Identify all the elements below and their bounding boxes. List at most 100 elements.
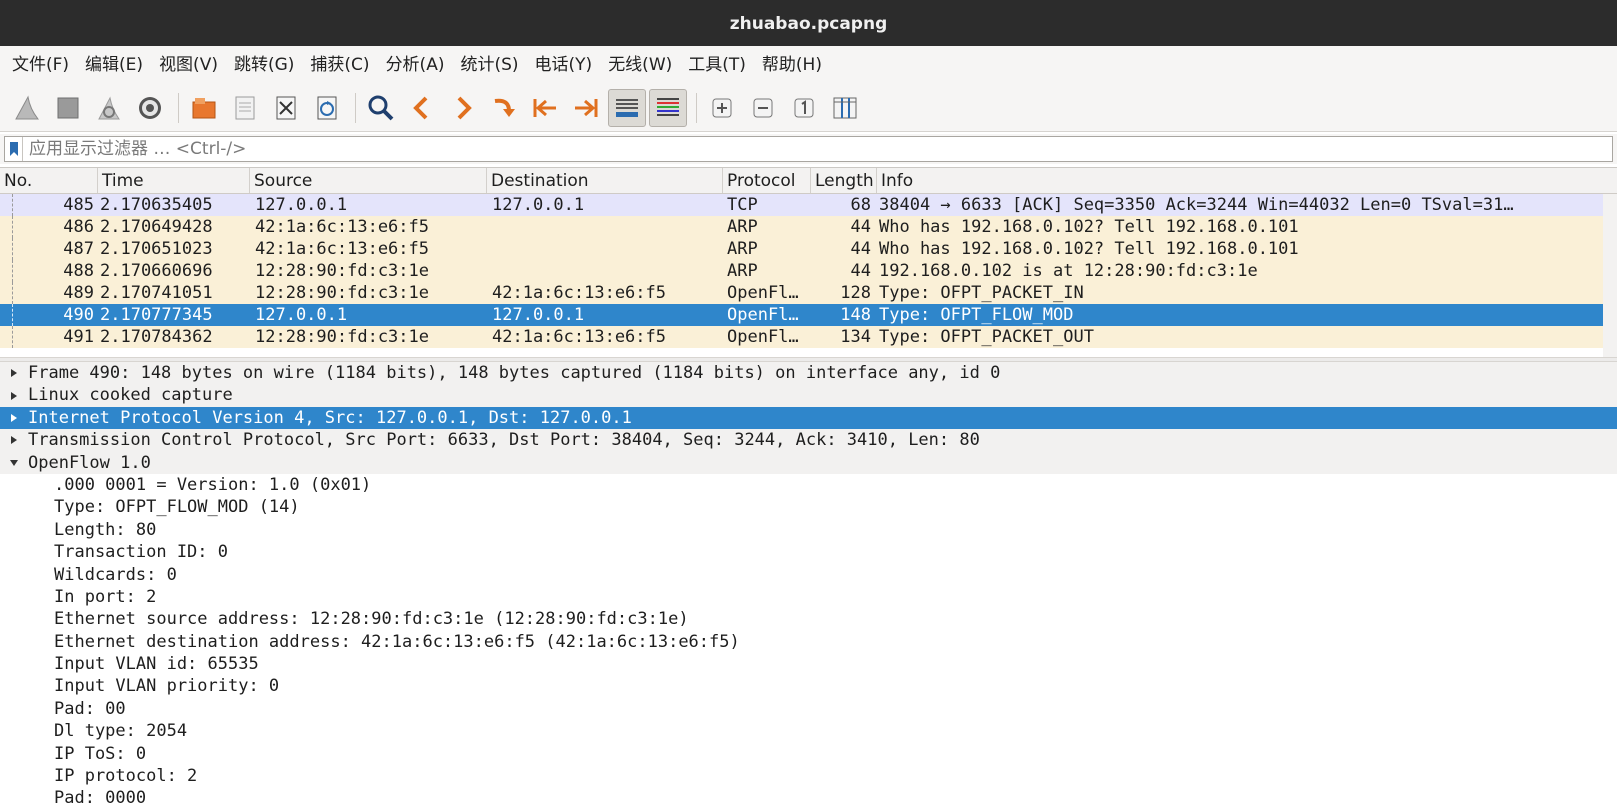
openflow-field[interactable]: Type: OFPT_FLOW_MOD (14) [0,496,1617,518]
autoscroll-button[interactable] [608,88,646,127]
tree-item-tcp[interactable]: Transmission Control Protocol, Src Port:… [0,429,1617,452]
packet-destination [487,238,723,260]
stop-capture-button[interactable] [49,89,87,127]
last-packet-button[interactable] [567,89,605,127]
packet-row[interactable]: 485 2.170635405 127.0.0.1 127.0.0.1 TCP … [0,194,1617,216]
restart-capture-button[interactable] [90,89,128,127]
column-header-source[interactable]: Source [250,168,487,193]
go-to-packet-button[interactable] [485,89,523,127]
first-packet-button[interactable] [526,89,564,127]
column-header-protocol[interactable]: Protocol [723,168,811,193]
expand-arrow-icon[interactable] [0,435,28,445]
go-back-button[interactable] [403,89,441,127]
packet-protocol: OpenFl… [727,283,799,303]
openflow-field[interactable]: Pad: 0000 [0,787,1617,805]
display-filter-box [4,136,1613,162]
openflow-field[interactable]: Ethernet destination address: 42:1a:6c:1… [0,631,1617,653]
close-file-icon [276,96,296,119]
menu-help[interactable]: 帮助(H) [754,46,830,84]
packet-protocol: ARP [727,217,758,237]
openflow-field[interactable]: .000 0001 = Version: 1.0 (0x01) [0,474,1617,496]
openflow-field[interactable]: Dl type: 2054 [0,720,1617,742]
column-header-no[interactable]: No. [0,168,98,193]
resize-columns-icon [833,97,857,118]
packet-list: No. Time Source Destination Protocol Len… [0,167,1617,358]
tree-item-linux-cooked[interactable]: Linux cooked capture [0,384,1617,407]
openflow-field[interactable]: Length: 80 [0,519,1617,541]
zoom-in-button[interactable] [703,89,741,127]
menu-file[interactable]: 文件(F) [4,46,77,84]
tree-item-ipv4[interactable]: Internet Protocol Version 4, Src: 127.0.… [0,406,1617,430]
packet-destination: 127.0.0.1 [492,195,585,215]
capture-options-button[interactable] [131,89,169,127]
zoom-out-button[interactable] [744,89,782,127]
filter-bookmark-button[interactable] [5,137,23,161]
find-packet-button[interactable] [362,89,400,127]
openflow-field[interactable]: Ethernet source address: 12:28:90:fd:c3:… [0,608,1617,630]
chevron-right-icon [457,96,472,119]
toolbar-separator [178,92,179,123]
tree-item-label: OpenFlow 1.0 [28,452,151,473]
normal-size-icon [794,98,814,117]
save-file-button[interactable] [226,89,264,127]
tree-item-frame[interactable]: Frame 490: 148 bytes on wire (1184 bits)… [0,362,1617,385]
colorize-button[interactable] [649,88,687,127]
expand-arrow-icon[interactable] [0,368,28,378]
packet-row-selected[interactable]: 490 2.170777345 127.0.0.1 127.0.0.1 Open… [0,304,1617,326]
menu-tools[interactable]: 工具(T) [680,46,754,84]
openflow-field[interactable]: Wildcards: 0 [0,564,1617,586]
packet-row[interactable]: 488 2.170660696 12:28:90:fd:c3:1e ARP 44… [0,260,1617,282]
open-file-button[interactable] [185,89,223,127]
jump-arrow-icon [494,98,515,117]
openflow-field[interactable]: IP ToS: 0 [0,743,1617,765]
packet-protocol: TCP [727,195,758,215]
packet-info: Who has 192.168.0.102? Tell 192.168.0.10… [879,217,1299,237]
reload-file-button[interactable] [308,89,346,127]
resize-columns-button[interactable] [826,89,864,127]
document-icon [235,96,255,119]
menu-capture[interactable]: 捕获(C) [302,46,377,84]
openflow-field[interactable]: IP protocol: 2 [0,765,1617,787]
column-header-time[interactable]: Time [98,168,250,193]
normal-size-button[interactable] [785,89,823,127]
menu-go[interactable]: 跳转(G) [226,46,302,84]
related-packet-line [12,260,13,282]
expand-arrow-icon[interactable] [0,413,28,423]
packet-row[interactable]: 489 2.170741051 12:28:90:fd:c3:1e 42:1a:… [0,282,1617,304]
main-toolbar [0,84,1617,132]
menu-statistics[interactable]: 统计(S) [452,46,526,84]
packet-row[interactable]: 486 2.170649428 42:1a:6c:13:e6:f5 ARP 44… [0,216,1617,238]
menu-bar: 文件(F) 编辑(E) 视图(V) 跳转(G) 捕获(C) 分析(A) 统计(S… [0,46,1617,84]
openflow-field[interactable]: In port: 2 [0,586,1617,608]
column-header-destination[interactable]: Destination [487,168,723,193]
packet-protocol: ARP [727,239,758,259]
packet-time: 2.170649428 [100,217,213,237]
menu-analyze[interactable]: 分析(A) [378,46,453,84]
column-header-length[interactable]: Length [811,168,877,193]
packet-list-scrollbar[interactable] [1603,194,1617,358]
menu-view[interactable]: 视图(V) [151,46,226,84]
menu-wireless[interactable]: 无线(W) [600,46,680,84]
packet-info: Type: OFPT_PACKET_OUT [879,327,1094,347]
zoom-out-icon [753,98,773,117]
expand-arrow-icon[interactable] [0,391,28,401]
column-header-info[interactable]: Info [877,168,1617,193]
start-capture-button[interactable] [8,89,46,127]
close-file-button[interactable] [267,89,305,127]
go-forward-button[interactable] [444,89,482,127]
collapse-arrow-icon[interactable] [0,459,28,467]
display-filter-input[interactable] [23,139,1612,159]
openflow-field[interactable]: Input VLAN id: 65535 [0,653,1617,675]
menu-telephony[interactable]: 电话(Y) [527,46,601,84]
packet-row[interactable]: 491 2.170784362 12:28:90:fd:c3:1e 42:1a:… [0,326,1617,348]
packet-destination [487,260,723,282]
menu-edit[interactable]: 编辑(E) [77,46,151,84]
packet-row[interactable]: 487 2.170651023 42:1a:6c:13:e6:f5 ARP 44… [0,238,1617,260]
packet-info: Type: OFPT_PACKET_IN [879,283,1084,303]
last-packet-icon [575,98,598,117]
openflow-field[interactable]: Transaction ID: 0 [0,541,1617,563]
tree-item-openflow[interactable]: OpenFlow 1.0 [0,451,1617,474]
openflow-field[interactable]: Pad: 00 [0,698,1617,720]
openflow-field[interactable]: Input VLAN priority: 0 [0,675,1617,697]
stop-icon [57,97,79,118]
